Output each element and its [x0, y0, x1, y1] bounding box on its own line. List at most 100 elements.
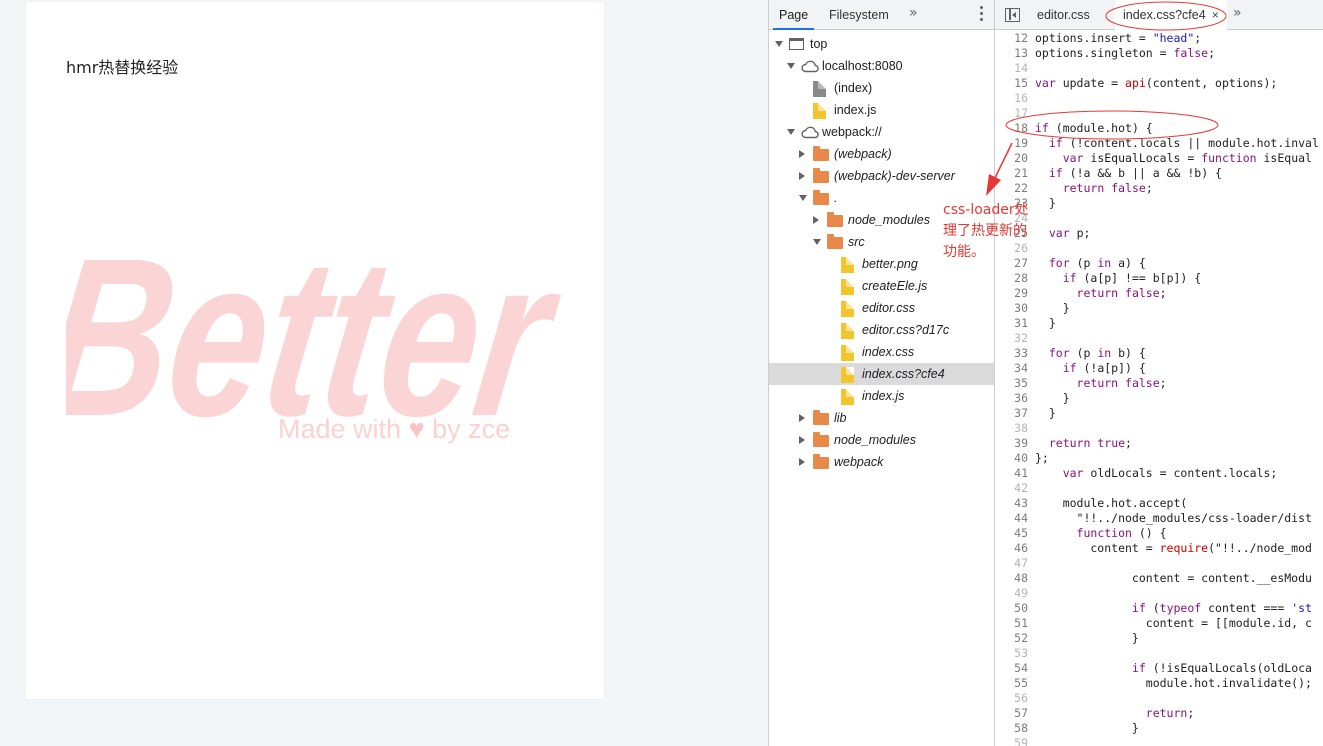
code-line[interactable]: 27 for (p in a) { [995, 256, 1323, 271]
code-line[interactable]: 23 } [995, 196, 1323, 211]
line-number[interactable]: 58 [995, 721, 1028, 736]
tree-item[interactable]: (index) [769, 77, 994, 99]
code-line[interactable]: 46 content = require("!!../node_mod [995, 541, 1323, 556]
line-number[interactable]: 31 [995, 316, 1028, 331]
code-line[interactable]: 50 if (typeof content === 'st [995, 601, 1323, 616]
code-line[interactable]: 47 [995, 556, 1323, 571]
tree-item[interactable]: webpack [769, 451, 994, 473]
line-number[interactable]: 42 [995, 481, 1028, 496]
tree-item[interactable]: index.css [769, 341, 994, 363]
line-number[interactable]: 17 [995, 106, 1028, 121]
line-number[interactable]: 21 [995, 166, 1028, 181]
code-line[interactable]: 37 } [995, 406, 1323, 421]
code-line[interactable]: 35 return false; [995, 376, 1323, 391]
code-line[interactable]: 19 if (!content.locals || module.hot.inv… [995, 136, 1323, 151]
line-number[interactable]: 37 [995, 406, 1028, 421]
code-line[interactable]: 16 [995, 91, 1323, 106]
editor-tab-index-css[interactable]: index.css?cfe4 × [1115, 0, 1227, 31]
line-number[interactable]: 56 [995, 691, 1028, 706]
line-number[interactable]: 54 [995, 661, 1028, 676]
code-line[interactable]: 12 options.insert = "head"; [995, 31, 1323, 46]
line-number[interactable]: 39 [995, 436, 1028, 451]
tree-item[interactable]: createEle.js [769, 275, 994, 297]
line-number[interactable]: 18 [995, 121, 1028, 136]
tree-item[interactable]: (webpack)-dev-server [769, 165, 994, 187]
line-number[interactable]: 45 [995, 526, 1028, 541]
code-line[interactable]: 44 "!!../node_modules/css-loader/dist [995, 511, 1323, 526]
line-number[interactable]: 59 [995, 736, 1028, 746]
line-number[interactable]: 12 [995, 31, 1028, 46]
line-number[interactable]: 20 [995, 151, 1028, 166]
tree-item[interactable]: localhost:8080 [769, 55, 994, 77]
code-area[interactable]: 12 options.insert = "head"; 13 options.sing… [995, 31, 1323, 746]
code-line[interactable]: 17 [995, 106, 1323, 121]
code-line[interactable]: 49 [995, 586, 1323, 601]
more-tabs-icon[interactable]: » [909, 5, 918, 21]
code-line[interactable]: 52 } [995, 631, 1323, 646]
code-line[interactable]: 15 var update = api(content, options); [995, 76, 1323, 91]
code-line[interactable]: 45 function () { [995, 526, 1323, 541]
line-number[interactable]: 13 [995, 46, 1028, 61]
line-number[interactable]: 22 [995, 181, 1028, 196]
code-line[interactable]: 22 return false; [995, 181, 1323, 196]
code-line[interactable]: 38 [995, 421, 1323, 436]
line-number[interactable]: 57 [995, 706, 1028, 721]
line-number[interactable]: 28 [995, 271, 1028, 286]
tree-item[interactable]: editor.css?d17c [769, 319, 994, 341]
collapse-arrow-icon[interactable] [799, 414, 805, 422]
line-number[interactable]: 43 [995, 496, 1028, 511]
tree-item[interactable]: editor.css [769, 297, 994, 319]
line-number[interactable]: 14 [995, 61, 1028, 76]
code-line[interactable]: 39 return true; [995, 436, 1323, 451]
code-line[interactable]: 24 [995, 211, 1323, 226]
code-line[interactable]: 41 var oldLocals = content.locals; [995, 466, 1323, 481]
code-line[interactable]: 48 content = content.__esModu [995, 571, 1323, 586]
line-number[interactable]: 36 [995, 391, 1028, 406]
tree-item[interactable]: index.css?cfe4 [769, 363, 994, 385]
tree-item[interactable]: node_modules [769, 429, 994, 451]
tab-page[interactable]: Page [773, 0, 815, 30]
line-number[interactable]: 16 [995, 91, 1028, 106]
code-line[interactable]: 57 return; [995, 706, 1323, 721]
code-line[interactable]: 42 [995, 481, 1323, 496]
line-number[interactable]: 52 [995, 631, 1028, 646]
code-line[interactable]: 54 if (!isEqualLocals(oldLoca [995, 661, 1323, 676]
tree-item[interactable]: index.js [769, 385, 994, 407]
line-number[interactable]: 53 [995, 646, 1028, 661]
code-line[interactable]: 29 return false; [995, 286, 1323, 301]
code-line[interactable]: 40}; [995, 451, 1323, 466]
kebab-menu-icon[interactable] [980, 6, 984, 22]
line-number[interactable]: 47 [995, 556, 1028, 571]
toggle-navigator-icon[interactable] [1005, 8, 1020, 22]
expand-arrow-icon[interactable] [775, 41, 783, 47]
code-line[interactable]: 21 if (!a && b || a && !b) { [995, 166, 1323, 181]
tree-item[interactable]: (webpack) [769, 143, 994, 165]
code-line[interactable]: 33 for (p in b) { [995, 346, 1323, 361]
line-number[interactable]: 40 [995, 451, 1028, 466]
tree-item[interactable]: index.js [769, 99, 994, 121]
expand-arrow-icon[interactable] [799, 195, 807, 201]
tab-filesystem[interactable]: Filesystem [829, 0, 889, 30]
code-line[interactable]: 14 [995, 61, 1323, 76]
code-line[interactable]: 55 module.hot.invalidate(); [995, 676, 1323, 691]
code-line[interactable]: 18 if (module.hot) { [995, 121, 1323, 136]
code-line[interactable]: 34 if (!a[p]) { [995, 361, 1323, 376]
line-number[interactable]: 51 [995, 616, 1028, 631]
line-number[interactable]: 30 [995, 301, 1028, 316]
code-line[interactable]: 32 [995, 331, 1323, 346]
close-tab-icon[interactable]: × [1212, 8, 1219, 22]
code-line[interactable]: 31 } [995, 316, 1323, 331]
line-number[interactable]: 38 [995, 421, 1028, 436]
code-line[interactable]: 51 content = [[module.id, c [995, 616, 1323, 631]
expand-arrow-icon[interactable] [813, 239, 821, 245]
code-line[interactable]: 58 } [995, 721, 1323, 736]
tree-item[interactable]: lib [769, 407, 994, 429]
line-number[interactable]: 15 [995, 76, 1028, 91]
line-number[interactable]: 19 [995, 136, 1028, 151]
code-line[interactable]: 20 var isEqualLocals = function isEqual [995, 151, 1323, 166]
tree-item[interactable]: webpack:// [769, 121, 994, 143]
code-line[interactable]: 53 [995, 646, 1323, 661]
line-number[interactable]: 32 [995, 331, 1028, 346]
expand-arrow-icon[interactable] [787, 63, 795, 69]
line-number[interactable]: 35 [995, 376, 1028, 391]
